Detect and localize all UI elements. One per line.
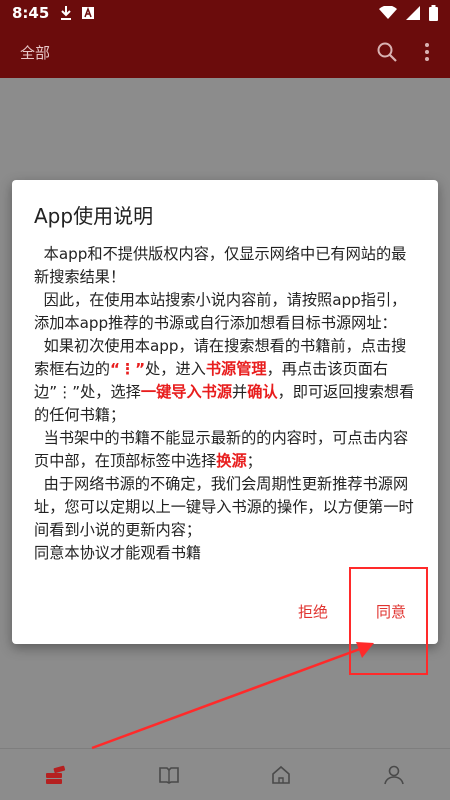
agree-button[interactable]: 同意 bbox=[372, 599, 410, 624]
nav-item-home[interactable] bbox=[251, 753, 311, 797]
status-time: 8:45 bbox=[12, 4, 50, 22]
battery-icon bbox=[429, 5, 438, 21]
home-icon bbox=[270, 765, 292, 785]
usage-dialog: App使用说明 本app和不提供版权内容，仅显示网络中已有网站的最新搜索结果！ … bbox=[12, 180, 438, 644]
dialog-paragraph: 如果初次使用本app，请在搜索想看的书籍前，点击搜索框右边的“⋮”处，进入书源管… bbox=[34, 335, 416, 427]
highlight-more-symbol: “⋮” bbox=[109, 360, 146, 378]
bookshelf-icon bbox=[44, 765, 68, 785]
app-bar-title[interactable]: 全部 bbox=[20, 42, 50, 63]
text-segment: 处，进入 bbox=[145, 360, 206, 378]
text-segment: 并 bbox=[232, 383, 248, 401]
download-icon bbox=[59, 5, 73, 21]
screen: 8:45 全部 App使用说明 本app和不提供版权内容，仅显示网络中已有网站的… bbox=[0, 0, 450, 800]
status-bar: 8:45 bbox=[0, 0, 450, 26]
highlight-change-source: 换源 bbox=[216, 452, 247, 470]
reject-button[interactable]: 拒绝 bbox=[294, 599, 332, 624]
highlight-one-click-import: 一键导入书源 bbox=[140, 383, 232, 401]
dialog-paragraph: 由于网络书源的不确定，我们会周期性更新推荐书源网址，您可以定期以上一键导入书源的… bbox=[34, 475, 414, 539]
dialog-title: App使用说明 bbox=[34, 204, 154, 228]
highlight-source-management: 书源管理 bbox=[205, 360, 267, 378]
user-icon bbox=[383, 765, 405, 785]
dialog-paragraph: 因此，在使用本站搜索小说内容前，请按照app指引，添加本app推荐的书源或自行添… bbox=[34, 291, 407, 332]
dialog-paragraph: 同意本协议才能观看书籍 bbox=[34, 544, 202, 562]
text-segment: ； bbox=[246, 452, 262, 470]
nav-item-profile[interactable] bbox=[364, 753, 424, 797]
bottom-nav bbox=[0, 748, 450, 800]
wifi-icon bbox=[379, 6, 397, 20]
nav-item-discover[interactable] bbox=[139, 753, 199, 797]
search-icon[interactable] bbox=[376, 41, 398, 63]
dialog-actions: 拒绝 同意 bbox=[294, 599, 410, 624]
dialog-body: 本app和不提供版权内容，仅显示网络中已有网站的最新搜索结果！ 因此，在使用本站… bbox=[34, 243, 416, 565]
more-vert-icon[interactable] bbox=[424, 42, 430, 62]
dialog-paragraph: 本app和不提供版权内容，仅显示网络中已有网站的最新搜索结果！ bbox=[34, 245, 407, 286]
dialog-paragraph: 当书架中的书籍不能显示最新的的内容时，可点击内容页中部，在顶部标签中选择换源； bbox=[34, 427, 416, 473]
font-a-icon bbox=[81, 6, 95, 20]
signal-icon bbox=[405, 6, 421, 20]
highlight-confirm: 确认 bbox=[247, 383, 278, 401]
app-bar: 全部 bbox=[0, 26, 450, 78]
book-open-icon bbox=[158, 766, 180, 784]
nav-item-bookshelf[interactable] bbox=[26, 753, 86, 797]
